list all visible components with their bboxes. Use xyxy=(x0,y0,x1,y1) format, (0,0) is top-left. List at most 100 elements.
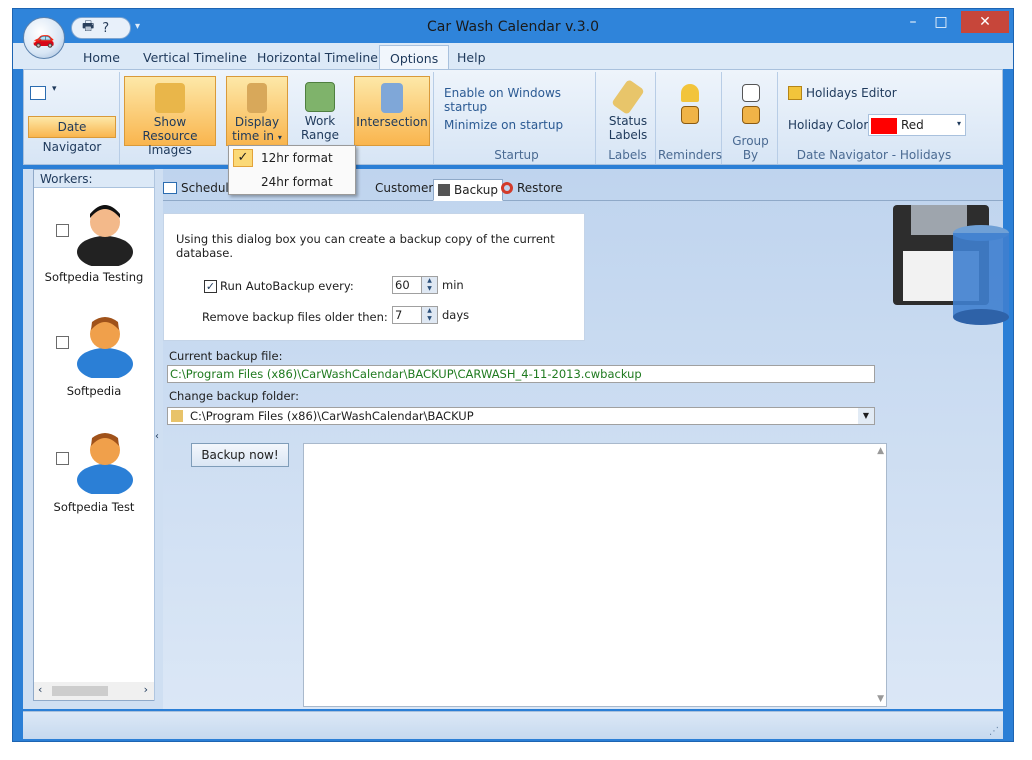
spin-buttons[interactable]: ▲ ▼ xyxy=(421,307,437,323)
reminder-window-icon[interactable] xyxy=(680,106,699,124)
holidays-editor-button[interactable]: Holidays Editor xyxy=(806,86,897,100)
close-button[interactable]: ✕ xyxy=(961,11,1009,33)
tab-help[interactable]: Help xyxy=(457,50,486,65)
app-window: Car Wash Calendar v.3.0 🖶 ? ▾ – □ ✕ 🚗 Ho… xyxy=(12,8,1014,742)
window-title: Car Wash Calendar v.3.0 xyxy=(426,19,600,35)
help-icon[interactable]: ? xyxy=(102,21,109,36)
work-range-button[interactable]: Work Range xyxy=(294,76,346,146)
backup-now-button[interactable]: Backup now! xyxy=(191,443,289,467)
collapse-arrow-icon[interactable]: ‹ xyxy=(155,431,159,442)
chevron-up-icon[interactable]: ▲ xyxy=(877,446,884,456)
groupby-group-label: Group By xyxy=(732,134,769,162)
menu-item-12hr[interactable]: ✓ 12hr format xyxy=(229,146,355,170)
reminders-group-label: Reminders xyxy=(658,148,722,162)
group-labels: Status Labels Labels xyxy=(600,72,656,164)
chevron-down-icon[interactable]: ▼ xyxy=(877,694,884,704)
remove-older-spinner[interactable]: 7 ▲ ▼ xyxy=(392,306,438,324)
chevron-down-icon: ▾ xyxy=(52,84,57,94)
labels-label: Labels xyxy=(608,128,648,142)
workers-panel: Workers: Softpedia Testing Softpedia Sof… xyxy=(33,169,155,701)
main-panel: Scheduler Customers Backup Restore Using… xyxy=(163,169,1009,709)
worker-avatar-icon xyxy=(77,317,133,378)
status-labels-button[interactable]: Status Labels xyxy=(602,76,654,146)
workers-scrollbar[interactable]: ‹ › xyxy=(34,682,154,700)
print-icon[interactable]: 🖶 xyxy=(82,17,94,39)
spin-buttons[interactable]: ▲ ▼ xyxy=(421,277,437,293)
tab-customers[interactable]: Customers xyxy=(375,181,440,195)
menu-item-24hr[interactable]: 24hr format xyxy=(229,170,355,194)
chevron-right-icon[interactable]: › xyxy=(144,683,148,696)
menu-item-24hr-label: 24hr format xyxy=(261,175,333,189)
autobackup-checkbox[interactable]: ✓ xyxy=(204,280,217,293)
worker-checkbox[interactable] xyxy=(56,336,69,349)
tab-restore[interactable]: Restore xyxy=(501,181,563,195)
current-backup-label: Current backup file: xyxy=(169,349,283,363)
intersection-button[interactable]: Intersection xyxy=(354,76,430,146)
panel-splitter[interactable]: ‹ xyxy=(154,169,162,701)
minimize-button[interactable]: – xyxy=(905,11,921,33)
intersection-label: Intersection xyxy=(356,115,428,129)
ribbon-tabs: Home Vertical Timeline Horizontal Timeli… xyxy=(13,43,1013,71)
lifebuoy-icon xyxy=(501,182,513,194)
car-icon: 🚗 xyxy=(32,27,56,49)
holiday-color-select[interactable]: Red ▾ xyxy=(868,114,966,136)
menu-item-12hr-label: 12hr format xyxy=(261,151,333,165)
backup-floppy-trash-icon xyxy=(893,205,1009,325)
backup-settings-box: Using this dialog box you can create a b… xyxy=(163,213,585,341)
autobackup-interval-spinner[interactable]: 60 ▲ ▼ xyxy=(392,276,438,294)
display-label: Display xyxy=(234,115,280,129)
tab-backup[interactable]: Backup xyxy=(433,179,503,201)
current-backup-file-field[interactable]: C:\Program Files (x86)\CarWashCalendar\B… xyxy=(167,365,875,383)
show-resource-images-button[interactable]: Show Resource Images xyxy=(124,76,216,157)
folder-icon xyxy=(171,410,183,422)
grid-icon xyxy=(163,182,177,194)
backup-folder-select[interactable]: C:\Program Files (x86)\CarWashCalendar\B… xyxy=(167,407,875,425)
title-bar: Car Wash Calendar v.3.0 🖶 ? ▾ – □ ✕ xyxy=(13,9,1013,43)
spreadsheet-icon xyxy=(305,82,335,112)
resize-grip-icon[interactable]: ⋰ xyxy=(989,726,999,737)
time-format-menu: ✓ 12hr format 24hr format xyxy=(228,145,356,195)
date-navigator-button[interactable]: Date Navigator xyxy=(28,116,116,154)
group-by-icon[interactable] xyxy=(741,106,760,124)
worker-name: Softpedia Testing xyxy=(44,270,144,284)
backup-folder-value: C:\Program Files (x86)\CarWashCalendar\B… xyxy=(190,409,474,423)
backup-intro-text: Using this dialog box you can create a b… xyxy=(176,232,555,260)
holidays-editor-icon xyxy=(788,86,802,100)
group-holidays: Holidays Editor Holiday Color Red ▾ Date… xyxy=(780,72,968,164)
minimize-on-startup-button[interactable]: Minimize on startup xyxy=(444,118,563,132)
floppy-icon xyxy=(438,184,450,196)
worker-name: Softpedia Test xyxy=(53,500,135,514)
intersection-icon xyxy=(381,83,403,113)
app-orb-button[interactable]: 🚗 xyxy=(23,17,65,59)
worker-item[interactable]: Softpedia Testing xyxy=(34,190,154,298)
status-label: Status xyxy=(608,114,648,128)
work-area: Workers: Softpedia Testing Softpedia Sof… xyxy=(23,169,1009,709)
scroll-thumb[interactable] xyxy=(52,686,108,696)
group-startup: Enable on Windows startup Minimize on st… xyxy=(438,72,596,164)
quick-access-toolbar: 🖶 ? xyxy=(71,17,131,39)
worker-item[interactable]: Softpedia xyxy=(34,304,154,412)
maximize-button[interactable]: □ xyxy=(927,11,955,33)
display-time-in-button[interactable]: Display time in ▾ xyxy=(226,76,288,146)
backup-log-area[interactable]: ▲ ▼ xyxy=(303,443,887,707)
customize-qat-icon[interactable]: ▾ xyxy=(135,21,140,32)
chevron-left-icon[interactable]: ‹ xyxy=(38,683,42,696)
autobackup-label: Run AutoBackup every: xyxy=(220,279,354,293)
holiday-color-label: Holiday Color xyxy=(788,118,869,132)
worker-item[interactable]: Softpedia Test xyxy=(34,420,154,528)
enable-windows-startup-button[interactable]: Enable on Windows startup xyxy=(444,86,595,114)
labels-group-label: Labels xyxy=(608,148,647,162)
worker-checkbox[interactable] xyxy=(56,224,69,237)
tab-home[interactable]: Home xyxy=(83,50,120,65)
group-reminders: Reminders xyxy=(658,72,722,164)
chevron-down-icon[interactable]: ▼ xyxy=(858,408,874,424)
tab-horizontal-timeline[interactable]: Horizontal Timeline xyxy=(257,50,378,65)
calendar-day-icon[interactable] xyxy=(741,84,760,102)
hourglass-icon xyxy=(247,83,267,113)
calendar-view-icon[interactable] xyxy=(30,86,46,100)
tab-options[interactable]: Options xyxy=(379,45,450,71)
tab-vertical-timeline[interactable]: Vertical Timeline xyxy=(143,50,247,65)
worker-checkbox[interactable] xyxy=(56,452,69,465)
bell-icon[interactable] xyxy=(680,84,699,102)
autobackup-value: 60 xyxy=(395,278,410,292)
